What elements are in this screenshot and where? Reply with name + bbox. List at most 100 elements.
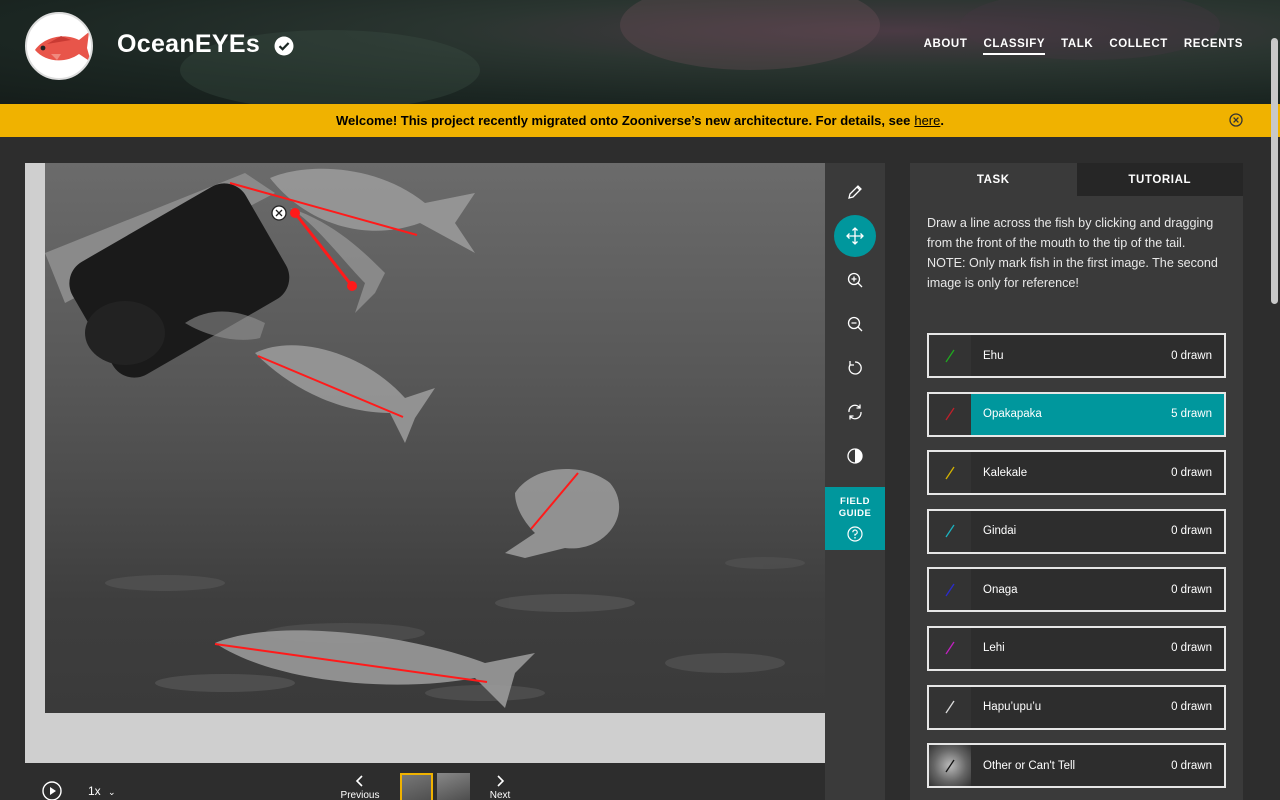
species-label: Ehu [983, 349, 1004, 362]
close-icon[interactable] [1229, 113, 1243, 127]
instructions-text: Draw a line across the fish by clicking … [927, 216, 1214, 250]
task-tabs: TASK TUTORIAL [910, 163, 1243, 196]
rotate-button[interactable] [834, 347, 876, 389]
image-toolbar: FIELD GUIDE [825, 163, 885, 800]
species-label: Opakapaka [983, 408, 1042, 421]
species-label: Onaga [983, 583, 1018, 596]
species-choice[interactable]: Kalekale 0 drawn [927, 450, 1226, 496]
line-tool-icon [945, 349, 955, 362]
species-label: Kalekale [983, 466, 1028, 479]
line-tool-icon [945, 466, 955, 480]
nav-collect[interactable]: COLLECT [1109, 38, 1168, 55]
line-tool-icon [945, 642, 955, 655]
project-title[interactable]: OceanEYEs [117, 30, 260, 59]
species-label: Gindai [983, 525, 1017, 538]
species-choice[interactable]: Lehi 0 drawn [927, 625, 1226, 671]
species-label: Lehi [983, 642, 1005, 655]
rotate-icon [848, 361, 862, 375]
move-icon [846, 227, 864, 245]
project-nav: ABOUT CLASSIFY TALK COLLECT RECENTS [924, 38, 1243, 55]
line-tool-swatch [929, 452, 971, 494]
line-tool-swatch [929, 745, 971, 787]
project-avatar[interactable] [25, 12, 93, 80]
zoom-in-button[interactable] [834, 259, 876, 301]
contrast-icon [847, 448, 863, 464]
banner-message: Welcome! This project recently migrated … [336, 113, 911, 128]
species-label: Hapu’upu’u [983, 701, 1042, 714]
banner-link[interactable]: here [914, 113, 940, 128]
previous-frame-button[interactable]: Previous [338, 775, 382, 800]
line-tool-swatch [929, 569, 971, 611]
task-panel: TASK TUTORIAL Draw a line across the fis… [910, 163, 1243, 800]
species-choice[interactable]: Onaga 0 drawn [927, 567, 1226, 613]
task-instructions: Draw a line across the fish by clicking … [910, 196, 1243, 293]
line-tool-swatch [929, 510, 971, 552]
nav-talk[interactable]: TALK [1061, 38, 1093, 55]
previous-label: Previous [340, 790, 380, 800]
drawn-count: 0 drawn [1171, 349, 1212, 362]
frame-thumbnail-2[interactable] [437, 773, 470, 800]
banner-suffix: . [940, 113, 944, 128]
species-choice[interactable]: Other or Can't Tell 0 drawn [927, 743, 1226, 789]
tab-task[interactable]: TASK [910, 163, 1077, 196]
species-choices: Ehu 0 drawn Opakapaka 5 drawn Kalekale 0 draw… [927, 333, 1226, 800]
line-tool-icon [945, 524, 955, 538]
zoom-out-icon [847, 316, 863, 332]
reset-icon [848, 404, 862, 420]
subject-drawing [45, 168, 805, 708]
reset-button[interactable] [834, 391, 876, 433]
announcement-banner: Welcome! This project recently migrated … [0, 104, 1280, 137]
page-scrollbar[interactable] [1271, 38, 1278, 304]
chevron-right-icon [497, 775, 505, 787]
species-choice[interactable]: Gindai 0 drawn [927, 508, 1226, 554]
mark-end-handle[interactable] [347, 281, 357, 291]
line-tool-icon [945, 759, 955, 773]
verified-badge-icon [274, 36, 294, 56]
line-tool-icon [945, 583, 955, 597]
species-choice[interactable]: Hapu’upu’u 0 drawn [927, 684, 1226, 730]
help-icon [847, 526, 863, 542]
nav-about[interactable]: ABOUT [924, 38, 968, 55]
subject-viewer [25, 163, 825, 763]
nav-classify[interactable]: CLASSIFY [983, 38, 1046, 55]
annotate-button[interactable] [834, 171, 876, 213]
play-icon[interactable] [42, 781, 62, 800]
drawn-count: 0 drawn [1171, 701, 1212, 714]
line-tool-swatch [929, 686, 971, 728]
species-choice[interactable]: Ehu 0 drawn [927, 333, 1226, 378]
tab-tutorial[interactable]: TUTORIAL [1076, 163, 1243, 196]
next-label: Next [489, 790, 511, 800]
field-guide-line1: FIELD [840, 496, 870, 507]
drawn-count: 0 drawn [1171, 583, 1212, 596]
chevron-left-icon [355, 775, 363, 787]
move-button[interactable] [834, 215, 876, 257]
field-guide-line2: GUIDE [838, 508, 872, 519]
line-tool-icon [945, 700, 955, 714]
zoom-out-button[interactable] [834, 303, 876, 345]
drawn-count: 0 drawn [1171, 642, 1212, 655]
playback-speed-select[interactable]: 1x ⌄ [88, 784, 116, 798]
line-tool-icon [945, 407, 955, 421]
drawn-count: 0 drawn [1171, 525, 1212, 538]
species-choice[interactable]: Opakapaka 5 drawn [927, 391, 1226, 437]
field-guide-button[interactable]: FIELD GUIDE [825, 487, 885, 550]
line-tool-swatch [929, 627, 971, 669]
invert-button[interactable] [834, 435, 876, 477]
chevron-down-icon: ⌄ [108, 787, 116, 797]
instructions-note: NOTE: Only mark fish in the first image.… [927, 256, 1218, 290]
drawn-count: 0 drawn [1171, 759, 1212, 772]
next-frame-button[interactable]: Next [480, 775, 520, 800]
mark-start-handle[interactable] [290, 208, 300, 218]
drawn-count: 5 drawn [1171, 408, 1212, 421]
pencil-icon [848, 185, 862, 199]
fish-logo-icon [35, 32, 91, 62]
subject-image[interactable] [45, 163, 825, 713]
playback-speed-value: 1x [88, 784, 101, 798]
nav-recents[interactable]: RECENTS [1184, 38, 1243, 55]
zoom-in-icon [847, 272, 863, 288]
delete-mark-icon[interactable] [271, 205, 287, 221]
subject-controls: 1x ⌄ Previous Next [25, 763, 825, 800]
drawn-count: 0 drawn [1171, 466, 1212, 479]
line-tool-swatch [929, 393, 971, 435]
frame-thumbnail-1[interactable] [400, 773, 433, 800]
